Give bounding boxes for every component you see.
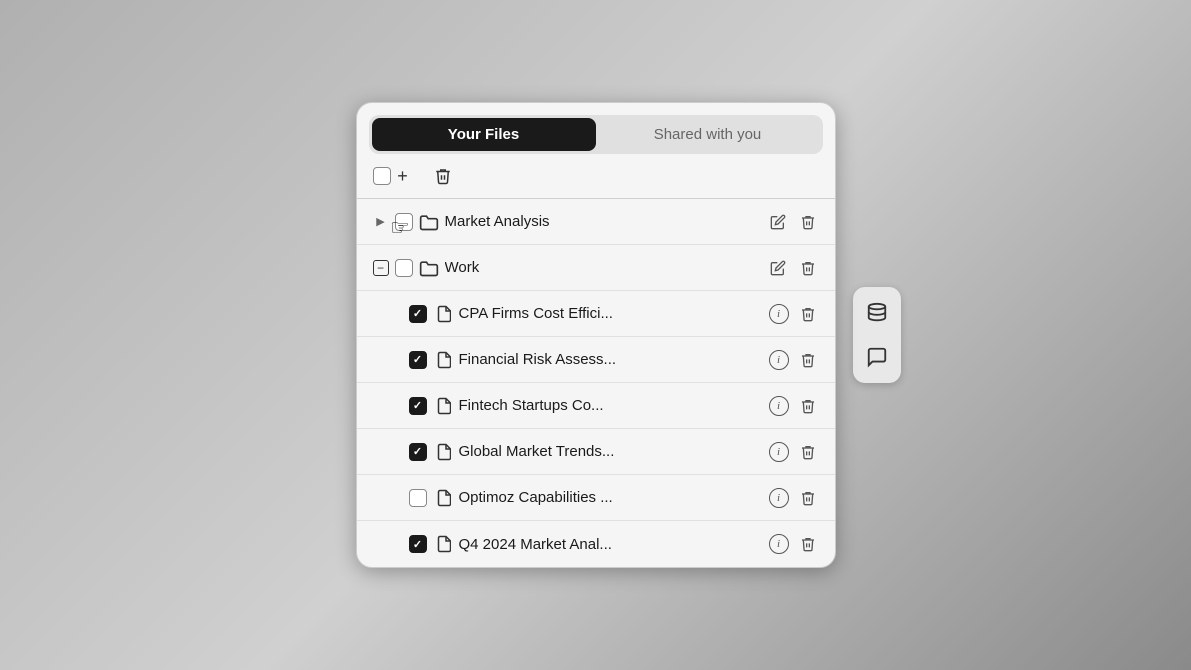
select-all-checkbox[interactable] [373, 167, 391, 185]
screen-container: Your Files Shared with you + [0, 0, 1191, 670]
delete-icon-market-analysis[interactable] [797, 211, 819, 233]
file-icon-financial-risk [433, 350, 453, 370]
database-icon[interactable] [859, 295, 895, 331]
list-item: Q4 2024 Market Anal... i [357, 521, 835, 567]
file-icon-q4-2024 [433, 534, 453, 554]
info-icon-optimoz[interactable]: i [769, 488, 789, 508]
item-name-optimoz: Optimoz Capabilities ... [459, 489, 763, 506]
delete-icon-optimoz[interactable] [797, 487, 819, 509]
item-actions-financial-risk: i [769, 349, 819, 371]
delete-icon-q4-2024[interactable] [797, 533, 819, 555]
item-actions-fintech-startups: i [769, 395, 819, 417]
delete-icon-global-market[interactable] [797, 441, 819, 463]
item-actions-q4-2024: i [769, 533, 819, 555]
checkbox-cpa-firms[interactable] [409, 305, 427, 323]
list-item: Work [357, 245, 835, 291]
list-item: ▶ Market Analysis [357, 199, 835, 245]
checkbox-financial-risk[interactable] [409, 351, 427, 369]
edit-icon-market-analysis[interactable] [767, 211, 789, 233]
file-list: ▶ Market Analysis [357, 199, 835, 567]
info-icon-q4-2024[interactable]: i [769, 534, 789, 554]
item-name-work: Work [445, 259, 761, 276]
folder-icon-market-analysis [419, 212, 439, 232]
toolbar: + [357, 154, 835, 199]
delete-icon-financial-risk[interactable] [797, 349, 819, 371]
checkbox-optimoz[interactable] [409, 489, 427, 507]
chat-icon[interactable] [859, 339, 895, 375]
item-actions-optimoz: i [769, 487, 819, 509]
list-item: Financial Risk Assess... i [357, 337, 835, 383]
file-panel: Your Files Shared with you + [356, 102, 836, 568]
item-actions-cpa-firms: i [769, 303, 819, 325]
file-icon-global-market [433, 442, 453, 462]
file-icon-fintech-startups [433, 396, 453, 416]
delete-icon-work[interactable] [797, 257, 819, 279]
delete-icon-fintech-startups[interactable] [797, 395, 819, 417]
edit-icon-work[interactable] [767, 257, 789, 279]
item-actions-market-analysis [767, 211, 819, 233]
item-name-cpa-firms: CPA Firms Cost Effici... [459, 305, 763, 322]
info-icon-cpa-firms[interactable]: i [769, 304, 789, 324]
expand-arrow-market-analysis[interactable]: ▶ [373, 214, 389, 230]
checkbox-q4-2024[interactable] [409, 535, 427, 553]
add-icon[interactable]: + [391, 164, 415, 188]
tab-shared-with-you[interactable]: Shared with you [596, 118, 820, 151]
list-item: Global Market Trends... i [357, 429, 835, 475]
info-icon-fintech-startups[interactable]: i [769, 396, 789, 416]
collapse-icon-work[interactable] [373, 260, 389, 276]
list-item: Fintech Startups Co... i [357, 383, 835, 429]
file-icon-cpa-firms [433, 304, 453, 324]
delete-icon[interactable] [431, 164, 455, 188]
checkbox-market-analysis[interactable] [395, 213, 413, 231]
item-actions-global-market: i [769, 441, 819, 463]
list-item: CPA Firms Cost Effici... i [357, 291, 835, 337]
toolbar-actions: + [391, 164, 455, 188]
info-icon-financial-risk[interactable]: i [769, 350, 789, 370]
tab-your-files[interactable]: Your Files [372, 118, 596, 151]
item-name-fintech-startups: Fintech Startups Co... [459, 397, 763, 414]
item-name-q4-2024: Q4 2024 Market Anal... [459, 536, 763, 553]
item-name-financial-risk: Financial Risk Assess... [459, 351, 763, 368]
right-panel [853, 287, 901, 383]
checkbox-global-market[interactable] [409, 443, 427, 461]
delete-icon-cpa-firms[interactable] [797, 303, 819, 325]
checkbox-work[interactable] [395, 259, 413, 277]
item-actions-work [767, 257, 819, 279]
item-name-global-market: Global Market Trends... [459, 443, 763, 460]
folder-icon-work [419, 258, 439, 278]
list-item: Optimoz Capabilities ... i [357, 475, 835, 521]
item-name-market-analysis: Market Analysis [445, 213, 761, 230]
file-icon-optimoz [433, 488, 453, 508]
info-icon-global-market[interactable]: i [769, 442, 789, 462]
checkbox-fintech-startups[interactable] [409, 397, 427, 415]
tab-bar: Your Files Shared with you [369, 115, 823, 154]
